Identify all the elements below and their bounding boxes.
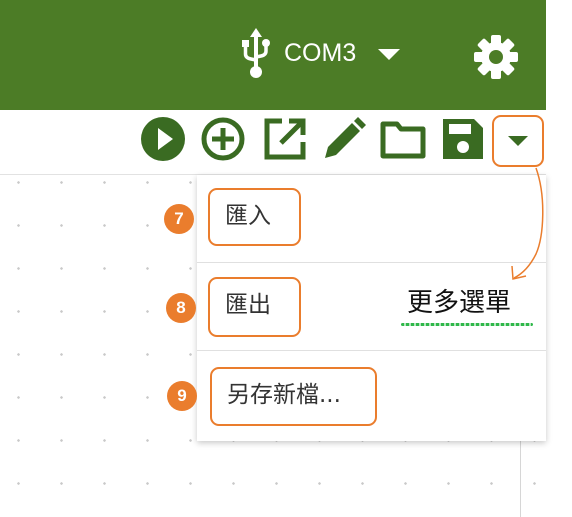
open-folder-button[interactable] bbox=[380, 116, 426, 162]
run-button[interactable] bbox=[140, 116, 186, 162]
folder-icon bbox=[380, 121, 426, 159]
menu-item-export[interactable]: 匯出 bbox=[208, 277, 301, 337]
open-in-new-icon bbox=[264, 118, 306, 160]
plus-circle-icon bbox=[201, 117, 245, 161]
pencil-icon bbox=[325, 117, 366, 158]
menu-item-save-as[interactable]: 另存新檔... bbox=[210, 367, 377, 426]
annotation-underline bbox=[401, 323, 533, 326]
menu-divider bbox=[197, 350, 546, 351]
menu-item-label: 匯入 bbox=[225, 203, 271, 229]
caret-down-icon bbox=[508, 136, 528, 146]
menu-item-label: 另存新檔... bbox=[227, 382, 341, 408]
more-menu-annotation: 更多選單 bbox=[407, 288, 512, 318]
port-selector-label[interactable]: COM3 bbox=[284, 36, 356, 70]
callout-arrow-icon bbox=[511, 167, 544, 280]
add-button[interactable] bbox=[200, 116, 246, 162]
play-icon bbox=[141, 117, 185, 161]
more-menu-button[interactable] bbox=[492, 115, 544, 167]
gear-icon[interactable] bbox=[472, 33, 520, 81]
top-header: COM3 bbox=[0, 0, 546, 110]
save-button[interactable] bbox=[440, 116, 486, 162]
menu-divider bbox=[197, 262, 546, 263]
step-badge: 9 bbox=[167, 381, 197, 411]
chevron-down-icon[interactable] bbox=[378, 49, 400, 60]
menu-item-import[interactable]: 匯入 bbox=[208, 188, 301, 246]
step-badge: 7 bbox=[164, 204, 194, 234]
open-external-button[interactable] bbox=[262, 116, 308, 162]
usb-icon[interactable] bbox=[241, 28, 271, 80]
edit-button[interactable] bbox=[321, 116, 367, 162]
floppy-disk-icon bbox=[443, 119, 483, 159]
step-badge: 8 bbox=[166, 293, 196, 323]
menu-item-label: 匯出 bbox=[225, 292, 271, 318]
